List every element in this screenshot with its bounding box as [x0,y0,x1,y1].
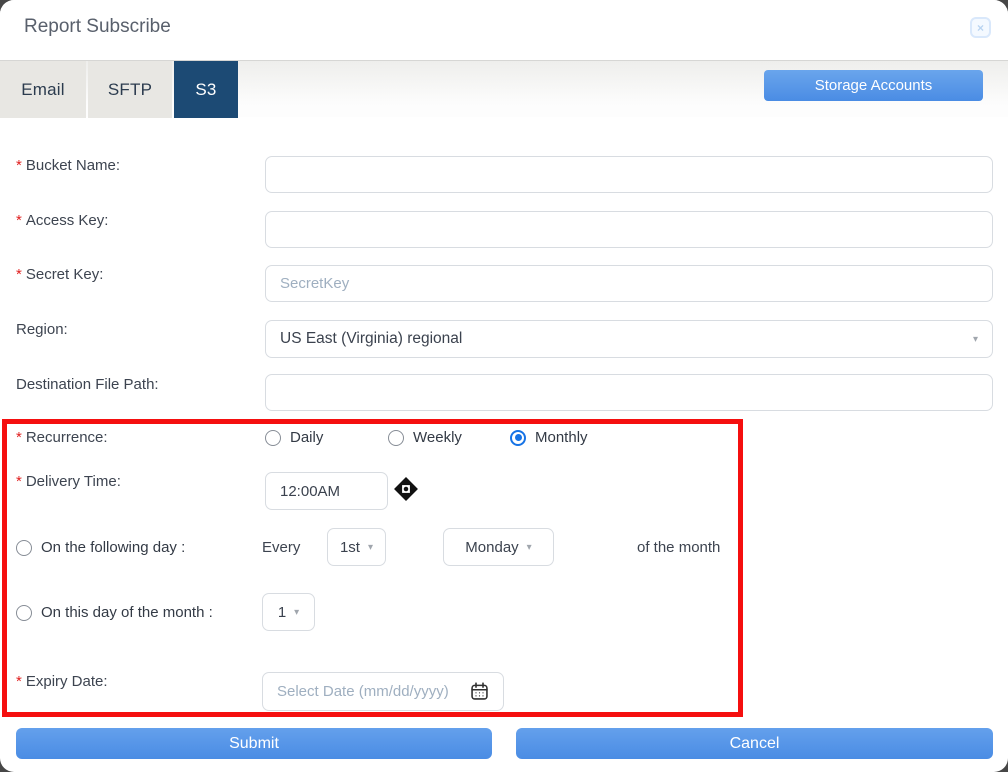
recurrence-option-daily[interactable]: Daily [265,429,323,446]
destination-file-path-input[interactable] [265,374,993,411]
secret-key-label: * Secret Key: [16,266,104,283]
radio-daily[interactable] [265,429,281,446]
tab-sftp[interactable]: SFTP [88,61,172,118]
expiry-date-label: * Expiry Date: [16,673,108,690]
every-text: Every [262,539,301,556]
radio-weekly-label: Weekly [413,429,462,446]
caret-down-icon: ▾ [526,541,532,553]
recurrence-option-weekly[interactable]: Weekly [388,429,462,446]
ordinal-value: 1st [339,538,360,556]
day-of-month-option[interactable]: On this day of the month : [16,604,213,621]
ordinal-dropdown[interactable]: 1st ▾ [327,528,386,566]
of-the-month-text: of the month [637,539,721,556]
bucket-name-input[interactable] [265,156,993,193]
radio-weekly[interactable] [388,429,404,446]
radio-daily-label: Daily [290,429,324,446]
bucket-name-label: * Bucket Name: [16,157,121,174]
dialog-header: Report Subscribe × [0,0,1008,60]
caret-down-icon: ▾ [294,606,300,618]
region-value: US East (Virginia) regional [280,330,463,347]
access-key-input[interactable] [265,211,993,248]
close-button[interactable]: × [970,17,991,38]
tab-s3[interactable]: S3 [174,61,238,118]
weekday-dropdown[interactable]: Monday ▾ [443,528,554,566]
radio-monthly[interactable] [510,429,526,446]
required-marker: * [16,673,22,690]
caret-down-icon: ▾ [972,333,978,345]
required-marker: * [16,157,22,174]
required-marker: * [16,212,22,229]
storage-accounts-button[interactable]: Storage Accounts [764,70,983,101]
recurrence-option-monthly[interactable]: Monthly [510,429,588,446]
day-dropdown[interactable]: 1 ▾ [262,593,315,631]
required-marker: * [16,429,22,446]
secret-key-input[interactable] [265,265,993,302]
delivery-time-input[interactable] [265,472,388,510]
region-label: Region: [16,321,68,338]
dialog-title: Report Subscribe [24,16,171,37]
access-key-label: * Access Key: [16,212,109,229]
close-icon: × [976,20,984,35]
tab-bar: Email SFTP S3 Storage Accounts [0,60,1008,118]
submit-button[interactable]: Submit [16,728,492,759]
region-select[interactable]: US East (Virginia) regional ▾ [265,320,993,358]
required-marker: * [16,266,22,283]
destination-file-path-label: Destination File Path: [16,376,159,393]
required-marker: * [16,473,22,490]
report-subscribe-dialog: Report Subscribe × Email SFTP S3 Storage… [0,0,1008,772]
recurrence-label: * Recurrence: [16,429,108,446]
day-value: 1 [277,603,287,621]
time-picker-toggle-icon[interactable] [393,476,419,507]
weekday-value: Monday [465,538,519,556]
caret-down-icon: ▾ [367,541,374,553]
following-day-option[interactable]: On the following day : [16,539,185,556]
radio-following-day[interactable] [16,539,32,556]
radio-monthly-label: Monthly [535,429,588,446]
cancel-button[interactable]: Cancel [516,728,993,759]
tab-email[interactable]: Email [0,61,86,118]
following-day-label: On the following day : [41,539,186,556]
radio-day-of-month[interactable] [16,604,32,621]
delivery-time-label: * Delivery Time: [16,473,121,490]
expiry-date-input[interactable] [262,672,504,711]
day-of-month-label: On this day of the month : [41,604,213,621]
